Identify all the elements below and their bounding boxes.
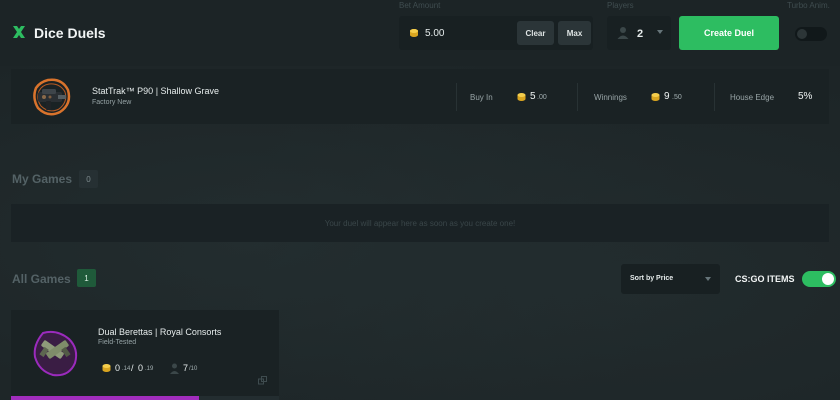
game-item-name: Dual Berettas | Royal Consorts bbox=[98, 327, 222, 337]
players-label: Players bbox=[607, 1, 634, 10]
divider bbox=[456, 83, 457, 111]
person-icon bbox=[170, 363, 179, 374]
bet-amount-field[interactable]: 5.00 Clear Max bbox=[399, 16, 593, 50]
players-select[interactable]: 2 bbox=[607, 16, 671, 50]
buy-in-label: Buy In bbox=[470, 93, 493, 102]
game-value-a: 0 bbox=[115, 363, 121, 373]
divider bbox=[714, 83, 715, 111]
game-value-b-decimals: .19 bbox=[145, 366, 154, 372]
empty-state-message: Your duel will appear here as soon as yo… bbox=[324, 219, 516, 228]
max-button[interactable]: Max bbox=[558, 21, 591, 45]
divider bbox=[577, 83, 578, 111]
game-players-count: 7 bbox=[183, 363, 189, 373]
game-card[interactable]: Dual Berettas | Royal Consorts Field-Tes… bbox=[11, 310, 279, 400]
header-bar: Dice Duels Bet Amount 5.00 Clear Max Pla… bbox=[0, 0, 840, 66]
p90-shallow-grave-image bbox=[33, 78, 71, 116]
game-progress-fill bbox=[11, 396, 199, 400]
coin-icon bbox=[651, 93, 660, 101]
chevron-down-icon bbox=[657, 30, 663, 34]
my-games-count-badge: 0 bbox=[79, 170, 98, 188]
sort-select-value: Sort by Price bbox=[630, 275, 674, 282]
item-name: StatTrak™ P90 | Shallow Grave bbox=[92, 86, 220, 96]
game-progress-bar bbox=[11, 396, 279, 400]
players-value: 2 bbox=[637, 28, 644, 40]
turbo-anim-label: Turbo Anim. bbox=[787, 1, 830, 10]
my-games-empty-panel: Your duel will appear here as soon as yo… bbox=[11, 204, 829, 242]
house-edge-value: 5% bbox=[798, 91, 813, 102]
csgo-items-toggle[interactable] bbox=[802, 271, 836, 287]
buy-in-value: 5 bbox=[530, 91, 536, 102]
create-duel-button[interactable]: Create Duel bbox=[679, 16, 779, 50]
toggle-knob bbox=[797, 29, 807, 39]
game-value-b: 0 bbox=[138, 363, 144, 373]
toggle-knob bbox=[822, 273, 834, 285]
buy-in-decimals: .00 bbox=[537, 94, 547, 101]
dual-berettas-royal-consorts-image bbox=[33, 330, 78, 377]
game-item-condition: Field-Tested bbox=[98, 339, 137, 346]
bet-amount-label: Bet Amount bbox=[399, 1, 441, 10]
winnings-value: 9 bbox=[664, 91, 670, 102]
person-icon bbox=[617, 27, 629, 39]
bet-amount-input[interactable]: 5.00 bbox=[425, 28, 444, 39]
house-edge-label: House Edge bbox=[730, 93, 775, 102]
coin-icon bbox=[102, 364, 111, 372]
game-value-a-decimals: .14 bbox=[122, 366, 131, 372]
selected-item-bar: StatTrak™ P90 | Shallow Grave Factory Ne… bbox=[11, 69, 829, 124]
turbo-anim-toggle[interactable] bbox=[795, 27, 827, 41]
coin-icon bbox=[517, 93, 526, 101]
csgo-items-label: CS:GO ITEMS bbox=[735, 274, 795, 284]
coin-icon bbox=[410, 29, 418, 37]
all-games-count-badge: 1 bbox=[77, 269, 96, 287]
dice-duels-logo-icon bbox=[13, 26, 25, 38]
item-condition: Factory New bbox=[92, 99, 132, 106]
clear-button[interactable]: Clear bbox=[517, 21, 554, 45]
my-games-title: My Games bbox=[12, 172, 73, 186]
page-title: Dice Duels bbox=[34, 25, 106, 41]
winnings-decimals: .50 bbox=[672, 94, 682, 101]
chevron-down-icon bbox=[705, 277, 711, 281]
link-icon[interactable] bbox=[258, 376, 267, 385]
all-games-title: All Games bbox=[12, 272, 71, 286]
winnings-label: Winnings bbox=[594, 93, 627, 102]
sort-select[interactable]: Sort by Price bbox=[621, 264, 720, 294]
game-value-separator: / bbox=[131, 363, 134, 373]
game-players-max: /10 bbox=[189, 366, 198, 372]
